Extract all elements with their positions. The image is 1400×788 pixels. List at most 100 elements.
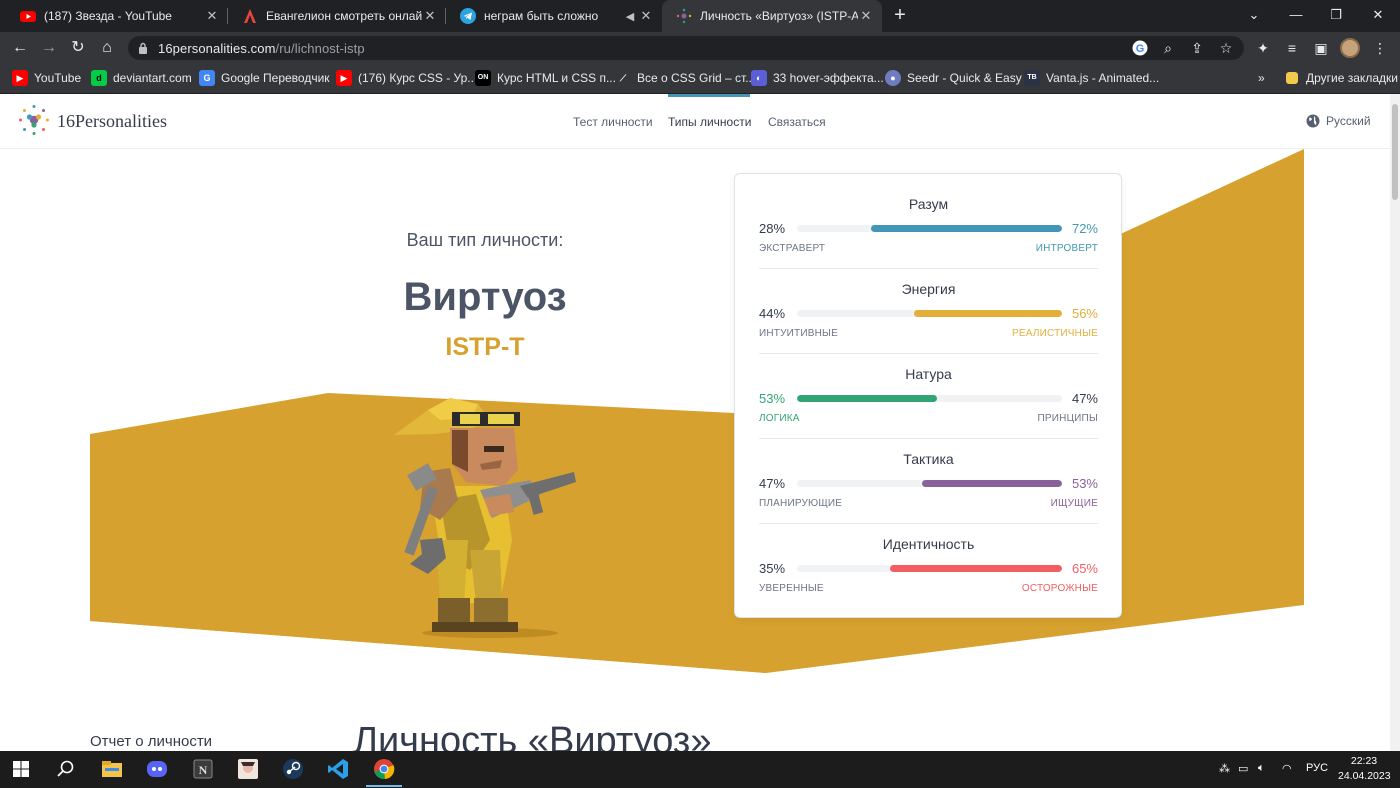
trait-row[interactable]: Идентичность 35% 65% УВЕРЕННЫЕ ОСТОРОЖНЫ… [759, 514, 1098, 599]
lock-icon[interactable] [138, 42, 148, 54]
menu-kebab-icon[interactable]: ⋮ [1369, 37, 1391, 59]
trait-row[interactable]: Тактика 47% 53% ПЛАНИРУЮЩИЕ ИЩУЩИЕ [759, 429, 1098, 524]
trait-left-label: УВЕРЕННЫЕ [759, 583, 824, 594]
type-intro-text: Ваш тип личности: [406, 230, 564, 250]
tab-search-icon[interactable]: ⌄ [1234, 0, 1274, 32]
trait-name: Разум [908, 196, 949, 212]
game-app-icon[interactable] [235, 756, 261, 782]
browser-tab[interactable]: неграм быть сложно ◀︎ ✕ [446, 0, 662, 32]
back-icon[interactable]: ← [8, 36, 32, 60]
reload-icon[interactable]: ↻ [66, 36, 90, 60]
language-label: Русский [1326, 114, 1371, 128]
wifi-icon[interactable]: ◠ [1282, 762, 1292, 775]
tab-title: (187) Звезда - YouTube [44, 9, 172, 23]
trait-scores-card: Разум 28% 72% ЭКСТРАВЕРТ ИНТРОВЕРТ Энерг… [734, 173, 1122, 618]
network-vpn-icon[interactable]: ⁂ [1219, 762, 1230, 775]
file-explorer-icon[interactable] [99, 756, 125, 782]
clock-date: 24.04.2023 [1338, 770, 1391, 782]
bookmark-item[interactable]: d deviantart.com [91, 69, 192, 87]
close-tab-icon[interactable]: ✕ [422, 8, 438, 24]
trait-right-percent: 53% [1071, 476, 1098, 491]
zoom-icon[interactable]: ⌕ [1158, 38, 1178, 58]
close-tab-icon[interactable]: ✕ [638, 8, 654, 24]
bookmark-item[interactable]: ● Seedr - Quick & Easy [885, 69, 1022, 87]
keyboard-language[interactable]: РУС [1306, 762, 1328, 774]
bookmark-item[interactable]: ▶ (176) Курс CSS - Ур... [336, 69, 477, 87]
trait-right-label: ПРИНЦИПЫ [1037, 413, 1098, 424]
virtuoso-character-illustration [394, 398, 576, 638]
report-nav-heading[interactable]: Отчет о личности [90, 733, 212, 750]
nav-test-link[interactable]: Тест личности [573, 115, 653, 129]
16personalities-icon [676, 8, 692, 24]
close-tab-icon[interactable]: ✕ [204, 8, 220, 24]
side-panel-icon[interactable]: ▣ [1310, 37, 1332, 59]
chrome-icon[interactable] [371, 756, 397, 782]
trait-left-label: ЛОГИКА [759, 413, 800, 424]
16personalities-logo-icon[interactable] [18, 104, 50, 136]
language-selector[interactable]: Русский [1306, 114, 1371, 128]
system-clock[interactable]: 22:23 24.04.2023 [1338, 754, 1391, 784]
trait-row[interactable]: Разум 28% 72% ЭКСТРАВЕРТ ИНТРОВЕРТ [759, 174, 1098, 269]
bookmarks-overflow-button[interactable]: » [1258, 69, 1265, 87]
tab-title: неграм быть сложно [484, 9, 599, 23]
hero-background-shape [90, 149, 1304, 673]
steam-icon[interactable] [280, 756, 306, 782]
browser-tab-active[interactable]: Личность «Виртуоз» (ISTP-A / IS ✕ [662, 0, 882, 32]
vanta-icon: TB [1024, 70, 1040, 86]
trait-bar-fill [797, 395, 938, 402]
minimize-button[interactable]: — [1276, 0, 1316, 32]
svg-text:N: N [199, 763, 208, 777]
google-lens-icon[interactable]: G [1130, 38, 1150, 58]
forward-icon[interactable]: → [37, 36, 61, 60]
trait-left-label: ЭКСТРАВЕРТ [759, 243, 826, 254]
telegram-icon [460, 8, 476, 24]
restore-button[interactable]: ❐ [1316, 0, 1356, 32]
bookmark-item[interactable]: ▶ YouTube [12, 69, 81, 87]
volume-icon[interactable]: 🔈︎ [1258, 762, 1265, 775]
anime-site-icon [244, 9, 256, 23]
trait-right-label: ИЩУЩИЕ [1050, 498, 1098, 509]
scrollbar-thumb[interactable] [1392, 104, 1398, 200]
search-icon[interactable] [53, 756, 79, 782]
type-name-heading: Виртуоз [403, 275, 567, 319]
nav-types-link[interactable]: Типы личности [668, 115, 751, 129]
trait-left-percent: 44% [759, 306, 786, 321]
bookmark-item[interactable]: ◐ 33 hover-эффекта... [751, 69, 884, 87]
trait-right-percent: 56% [1071, 306, 1098, 321]
home-icon[interactable]: ⌂ [95, 36, 119, 60]
url-text[interactable]: 16personalities.com/ru/lichnost-istp [158, 41, 365, 56]
extensions-icon[interactable]: ✦ [1252, 37, 1274, 59]
on-icon: ON [475, 70, 491, 86]
notion-icon[interactable]: N [190, 756, 216, 782]
vscode-icon[interactable] [325, 756, 351, 782]
bookmark-item[interactable]: ⟋ Все о CSS Grid – ст... [615, 69, 755, 87]
brand-name[interactable]: 16Personalities [57, 111, 167, 132]
trait-left-label: ПЛАНИРУЮЩИЕ [759, 498, 843, 509]
close-window-button[interactable]: ✕ [1358, 0, 1398, 32]
trait-bar-fill [871, 225, 1062, 232]
browser-tab[interactable]: Евангелион смотреть онлайн — ✕ [228, 0, 446, 32]
discord-icon[interactable] [144, 756, 170, 782]
bookmark-star-icon[interactable]: ☆ [1216, 38, 1236, 58]
other-bookmarks-folder[interactable]: Другие закладки [1286, 69, 1398, 87]
browser-tab[interactable]: (187) Звезда - YouTube ✕ [6, 0, 228, 32]
speaker-icon[interactable]: ◀︎ [622, 10, 638, 23]
bookmark-item[interactable]: G Google Переводчик [199, 69, 330, 87]
nav-contact-link[interactable]: Связаться [768, 115, 826, 129]
trait-row[interactable]: Натура 53% 47% ЛОГИКА ПРИНЦИПЫ [759, 344, 1098, 439]
battery-icon[interactable]: ▭ [1238, 762, 1248, 775]
share-icon[interactable]: ⇪ [1187, 38, 1207, 58]
bookmark-item[interactable]: ON Курс HTML и CSS п... [475, 69, 616, 87]
windows-start-icon[interactable] [8, 756, 34, 782]
globe-icon [1306, 114, 1320, 128]
trait-name: Натура [905, 366, 952, 382]
type-code: ISTP-T [445, 333, 525, 361]
trait-bar-fill [913, 310, 1062, 317]
trait-row[interactable]: Энергия 44% 56% ИНТУИТИВНЫЕ РЕАЛИСТИЧНЫЕ [759, 259, 1098, 354]
bookmark-item[interactable]: TB Vanta.js - Animated... [1024, 69, 1159, 87]
trait-left-percent: 35% [759, 561, 786, 576]
media-controls-icon[interactable]: ≡ [1281, 37, 1303, 59]
new-tab-button[interactable]: + [888, 4, 912, 28]
profile-avatar[interactable] [1340, 38, 1360, 58]
close-tab-icon[interactable]: ✕ [858, 8, 874, 24]
